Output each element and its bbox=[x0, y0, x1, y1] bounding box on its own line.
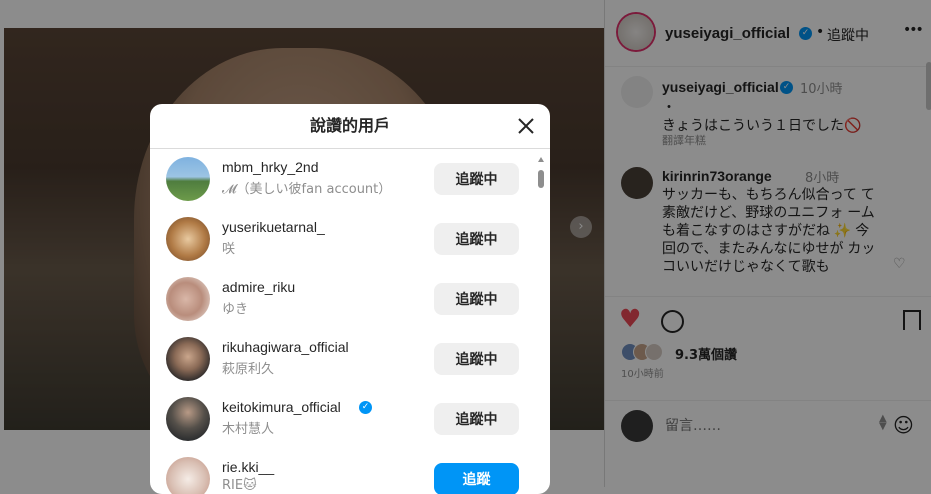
user-avatar[interactable] bbox=[166, 397, 210, 441]
scroll-thumb bbox=[538, 170, 544, 188]
scroll-up-icon bbox=[538, 157, 544, 162]
close-icon[interactable] bbox=[514, 114, 538, 138]
user-avatar[interactable] bbox=[166, 217, 210, 261]
modal-title: 說讚的用戶 bbox=[150, 104, 550, 149]
user-username[interactable]: rie.kki__ bbox=[222, 459, 274, 475]
user-display-name: 萩原利久 bbox=[222, 362, 275, 377]
following-button[interactable]: 追蹤中 bbox=[434, 343, 519, 375]
user-row[interactable]: mbm_hrky_2nd 𝓜（美しい彼fan account） 追蹤中 bbox=[166, 149, 526, 209]
modal-scrollbar[interactable] bbox=[537, 156, 545, 494]
likes-modal: 說讚的用戶 mbm_hrky_2nd 𝓜（美しい彼fan account） 追蹤… bbox=[150, 104, 550, 494]
user-display-name: RIE🐱 bbox=[222, 478, 257, 493]
following-button[interactable]: 追蹤中 bbox=[434, 223, 519, 255]
user-username[interactable]: rikuhagiwara_official bbox=[222, 339, 349, 355]
user-display-name: ゆき bbox=[222, 302, 249, 317]
user-row[interactable]: rie.kki__ RIE🐱 追蹤 bbox=[166, 449, 526, 494]
user-row[interactable]: yuserikuetarnal_ 咲 追蹤中 bbox=[166, 209, 526, 269]
user-username[interactable]: admire_riku bbox=[222, 279, 295, 295]
user-display-name: 𝓜（美しい彼fan account） bbox=[222, 182, 392, 197]
user-username[interactable]: mbm_hrky_2nd bbox=[222, 159, 319, 175]
follow-button[interactable]: 追蹤 bbox=[434, 463, 519, 494]
user-row[interactable]: rikuhagiwara_official 萩原利久 追蹤中 bbox=[166, 329, 526, 389]
following-button[interactable]: 追蹤中 bbox=[434, 403, 519, 435]
user-row[interactable]: admire_riku ゆき 追蹤中 bbox=[166, 269, 526, 329]
user-username[interactable]: yuserikuetarnal_ bbox=[222, 219, 325, 235]
user-display-name: 咲 bbox=[222, 242, 236, 257]
verified-icon: ✓ bbox=[359, 401, 372, 414]
user-avatar[interactable] bbox=[166, 337, 210, 381]
user-avatar[interactable] bbox=[166, 157, 210, 201]
following-button[interactable]: 追蹤中 bbox=[434, 163, 519, 195]
following-button[interactable]: 追蹤中 bbox=[434, 283, 519, 315]
user-avatar[interactable] bbox=[166, 457, 210, 494]
user-avatar[interactable] bbox=[166, 277, 210, 321]
user-row[interactable]: keitokimura_official ✓ 木村慧人 追蹤中 bbox=[166, 389, 526, 449]
user-display-name: 木村慧人 bbox=[222, 422, 275, 437]
user-username[interactable]: keitokimura_official bbox=[222, 399, 341, 415]
